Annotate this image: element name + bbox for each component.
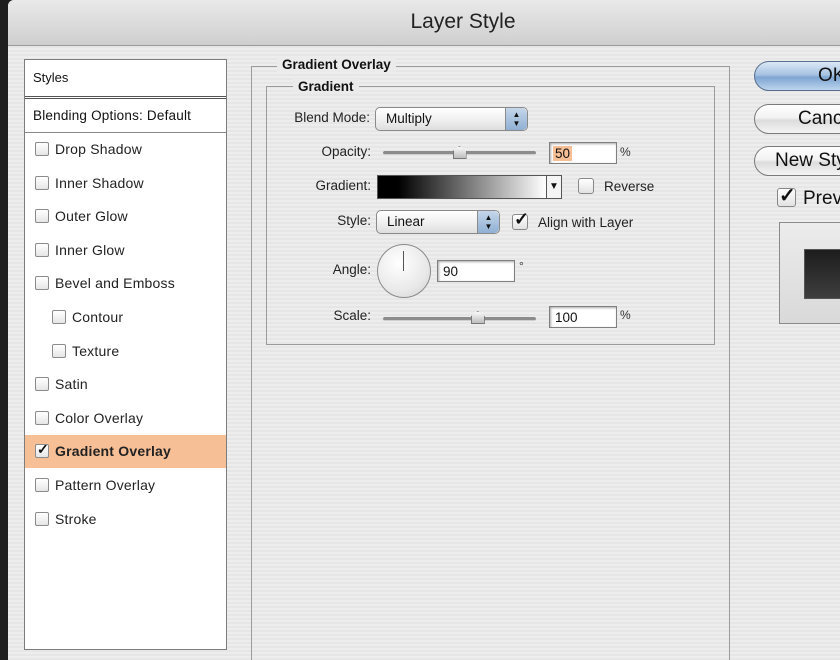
effect-checkbox[interactable] xyxy=(35,242,49,257)
effect-label: Satin xyxy=(55,376,88,393)
blending-options-label: Blending Options: Default xyxy=(33,108,192,123)
opacity-field[interactable]: 50 xyxy=(549,142,617,164)
effect-label: Inner Shadow xyxy=(55,174,144,191)
effect-checkbox[interactable] xyxy=(35,377,49,392)
cancel-button-label: Cancel xyxy=(798,108,840,129)
blend-mode-value: Multiply xyxy=(386,111,432,126)
styles-list: Styles Blending Options: Default Drop Sh… xyxy=(24,59,227,650)
style-label: Style: xyxy=(337,213,371,228)
checkmark-icon: ✓ xyxy=(514,209,530,229)
effect-checkbox[interactable] xyxy=(35,175,49,190)
effect-checkbox[interactable] xyxy=(35,276,49,291)
scale-slider-track[interactable] xyxy=(383,317,536,321)
scale-unit: % xyxy=(620,308,631,322)
group-title: Gradient xyxy=(293,79,359,94)
effect-item[interactable]: Stroke xyxy=(25,503,226,536)
effect-checkbox[interactable] xyxy=(35,511,49,526)
angle-label: Angle: xyxy=(332,262,371,277)
cancel-button[interactable]: Cancel xyxy=(754,104,840,134)
ok-button[interactable]: OK xyxy=(754,61,840,91)
effect-item[interactable]: Outer Glow xyxy=(25,200,226,233)
styles-header[interactable]: Styles xyxy=(25,60,226,99)
style-value: Linear xyxy=(387,214,425,229)
effect-item[interactable]: Color Overlay xyxy=(25,402,226,435)
gradient-label: Gradient: xyxy=(315,178,371,193)
preview-thumbnail xyxy=(779,222,840,324)
effect-label: Gradient Overlay xyxy=(55,443,172,460)
preview-checkbox[interactable]: ✓ xyxy=(777,185,796,207)
effect-checkbox[interactable]: ✓ xyxy=(35,441,49,459)
angle-dial[interactable] xyxy=(377,244,431,298)
preview-swatch xyxy=(804,249,840,299)
effect-label: Color Overlay xyxy=(55,409,144,426)
blend-mode-label: Blend Mode: xyxy=(294,110,370,125)
effect-item[interactable]: Pattern Overlay xyxy=(25,469,226,502)
effect-label: Outer Glow xyxy=(55,208,128,225)
opacity-value: 50 xyxy=(553,146,573,161)
scale-label: Scale: xyxy=(333,308,371,323)
opacity-unit: % xyxy=(620,145,631,159)
effect-label: Bevel and Emboss xyxy=(55,275,175,292)
effect-item[interactable]: Bevel and Emboss xyxy=(25,267,226,300)
effect-item[interactable]: Inner Glow xyxy=(25,234,226,267)
reverse-checkbox[interactable] xyxy=(578,178,594,194)
effect-item[interactable]: Satin xyxy=(25,368,226,401)
new-style-button-label: New Style... xyxy=(775,150,840,171)
checkmark-icon: ✓ xyxy=(779,185,796,207)
effect-label: Inner Glow xyxy=(55,241,125,258)
section-title: Gradient Overlay xyxy=(277,57,396,72)
gradient-dropdown-icon[interactable]: ▼ xyxy=(546,175,562,199)
dialog-title: Layer Style xyxy=(410,10,516,33)
effect-checkbox[interactable] xyxy=(52,343,66,358)
reverse-label: Reverse xyxy=(604,179,655,194)
angle-dial-needle xyxy=(403,251,404,271)
scale-field[interactable]: 100 xyxy=(549,306,617,328)
effect-checkbox[interactable] xyxy=(35,410,49,425)
effect-label: Pattern Overlay xyxy=(55,477,156,493)
title-bar: Layer Style xyxy=(8,0,840,46)
effect-item[interactable]: ✓ Gradient Overlay xyxy=(25,435,226,469)
updown-arrows-icon: ▲ ▼ xyxy=(477,211,499,233)
gradient-swatch[interactable] xyxy=(377,175,547,199)
effect-label: Drop Shadow xyxy=(55,141,143,157)
effect-item[interactable]: Texture xyxy=(25,335,226,368)
angle-unit: ° xyxy=(519,259,524,273)
align-with-layer-label: Align with Layer xyxy=(538,215,634,230)
effect-item[interactable]: Drop Shadow xyxy=(25,133,226,166)
effect-label: Texture xyxy=(72,342,120,359)
effect-label: Stroke xyxy=(55,510,97,527)
layer-style-dialog: Layer Style Styles Blending Options: Def… xyxy=(8,0,840,660)
effect-checkbox[interactable] xyxy=(35,142,49,156)
effect-checkbox[interactable] xyxy=(35,478,49,492)
scale-value: 100 xyxy=(555,310,578,325)
preview-label: Preview xyxy=(803,188,840,209)
effect-item[interactable]: Contour xyxy=(25,301,226,334)
ok-button-label: OK xyxy=(818,65,840,86)
align-with-layer-checkbox[interactable]: ✓ xyxy=(512,209,529,230)
effect-label: Contour xyxy=(72,309,124,325)
blend-mode-select[interactable]: Multiply ▲ ▼ xyxy=(375,107,528,131)
checkmark-icon: ✓ xyxy=(37,441,49,458)
opacity-label: Opacity: xyxy=(321,144,371,159)
style-select[interactable]: Linear ▲ ▼ xyxy=(376,210,500,234)
effect-checkbox[interactable] xyxy=(52,310,66,324)
angle-value: 90 xyxy=(443,264,459,279)
updown-arrows-icon: ▲ ▼ xyxy=(505,108,527,130)
blending-options-item[interactable]: Blending Options: Default xyxy=(25,99,226,133)
new-style-button[interactable]: New Style... xyxy=(754,146,840,176)
angle-field[interactable]: 90 xyxy=(437,260,515,282)
styles-header-label: Styles xyxy=(33,70,69,85)
effect-item[interactable]: Inner Shadow xyxy=(25,167,226,200)
effect-checkbox[interactable] xyxy=(35,209,49,224)
